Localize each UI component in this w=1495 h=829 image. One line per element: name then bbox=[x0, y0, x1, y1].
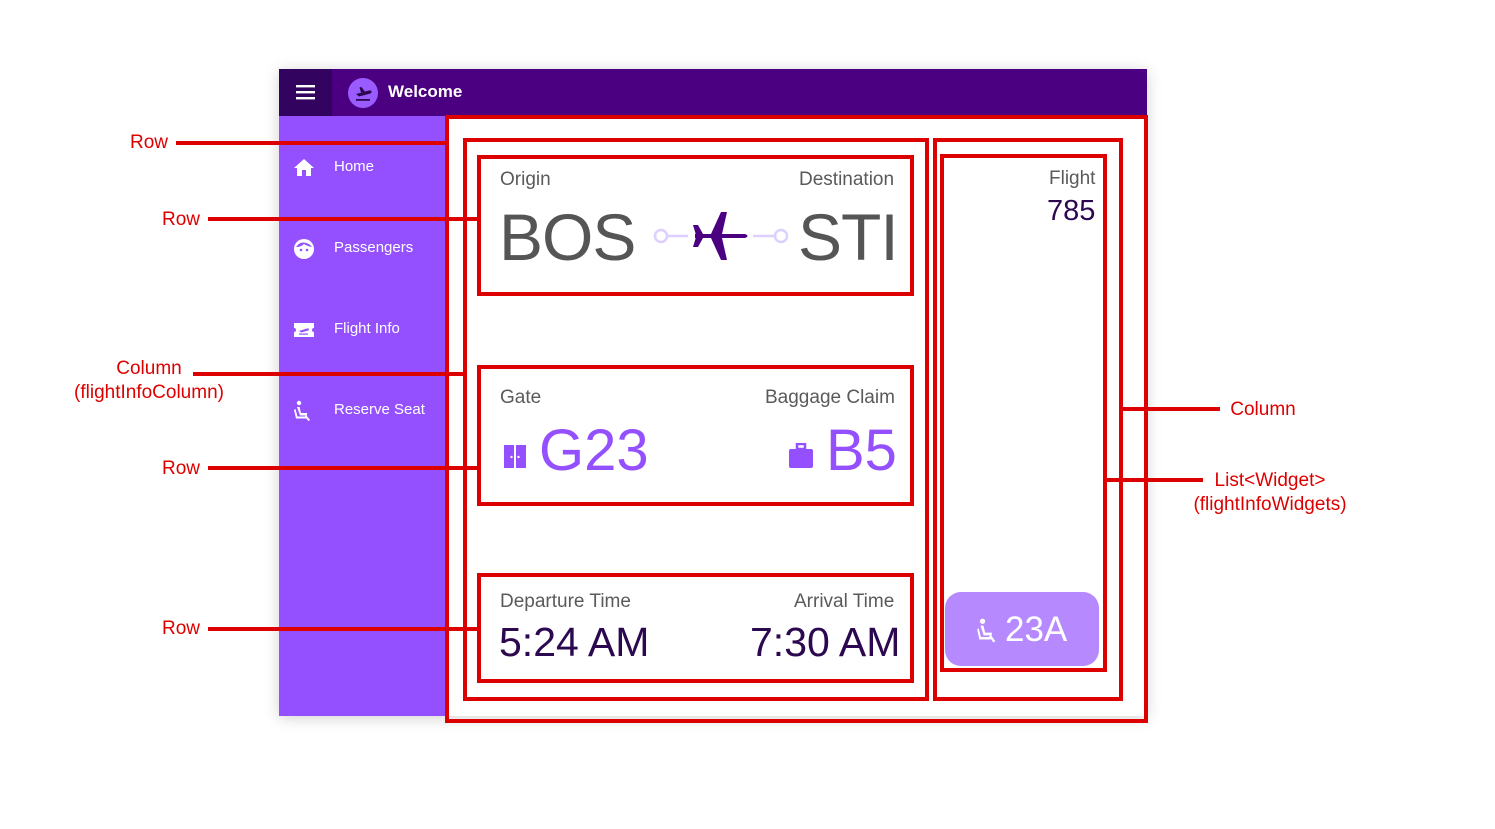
app-bar: Welcome bbox=[279, 69, 1147, 116]
sidebar-item-home[interactable]: Home bbox=[279, 145, 447, 189]
annotation-label-column-name: (flightInfoColumn) bbox=[74, 382, 224, 403]
sidebar-item-label: Home bbox=[334, 158, 375, 175]
annotation-leader-line bbox=[176, 141, 448, 145]
annotation-label-list: List<Widget> bbox=[1214, 470, 1326, 491]
annotation-label-column: Column bbox=[116, 358, 182, 379]
annotation-label-outer-row: Row bbox=[129, 132, 168, 153]
app-title: Welcome bbox=[388, 82, 463, 101]
seat-icon bbox=[294, 400, 310, 421]
annotation-leader-line bbox=[1120, 407, 1220, 411]
navigation-sidebar: Home Passengers Flight Info Reserve Seat bbox=[279, 116, 447, 716]
sidebar-item-passengers[interactable]: Passengers bbox=[279, 226, 447, 270]
annotation-box-widget-list bbox=[940, 154, 1107, 672]
annotation-label-gate-row: Row bbox=[161, 458, 200, 479]
annotation-leader-line bbox=[208, 217, 480, 221]
annotation-label-flight-info-column: Column (flightInfoColumn) bbox=[60, 357, 238, 405]
menu-button[interactable] bbox=[279, 69, 332, 116]
annotation-label-right-column: Column bbox=[1230, 399, 1296, 420]
annotation-leader-line bbox=[208, 466, 480, 470]
annotation-label-times-row: Row bbox=[161, 618, 200, 639]
hamburger-menu-icon bbox=[296, 85, 315, 100]
annotation-box-gate-row bbox=[477, 365, 914, 506]
sidebar-item-label: Passengers bbox=[334, 239, 414, 256]
sidebar-item-flight-info[interactable]: Flight Info bbox=[279, 307, 447, 351]
face-icon bbox=[294, 239, 314, 259]
home-icon bbox=[294, 159, 314, 176]
annotation-box-route-row bbox=[477, 155, 914, 296]
flight-takeoff-logo-icon bbox=[348, 78, 378, 108]
flight-ticket-icon bbox=[294, 323, 314, 337]
annotation-label-route-row: Row bbox=[161, 209, 200, 230]
sidebar-item-label: Reserve Seat bbox=[334, 401, 425, 418]
annotation-label-widget-list: List<Widget> (flightInfoWidgets) bbox=[1180, 469, 1360, 517]
annotation-box-times-row bbox=[477, 573, 914, 683]
sidebar-item-label: Flight Info bbox=[334, 320, 400, 337]
annotation-label-list-name: (flightInfoWidgets) bbox=[1193, 494, 1347, 515]
sidebar-item-reserve-seat[interactable]: Reserve Seat bbox=[279, 388, 447, 432]
annotation-leader-line bbox=[208, 627, 480, 631]
